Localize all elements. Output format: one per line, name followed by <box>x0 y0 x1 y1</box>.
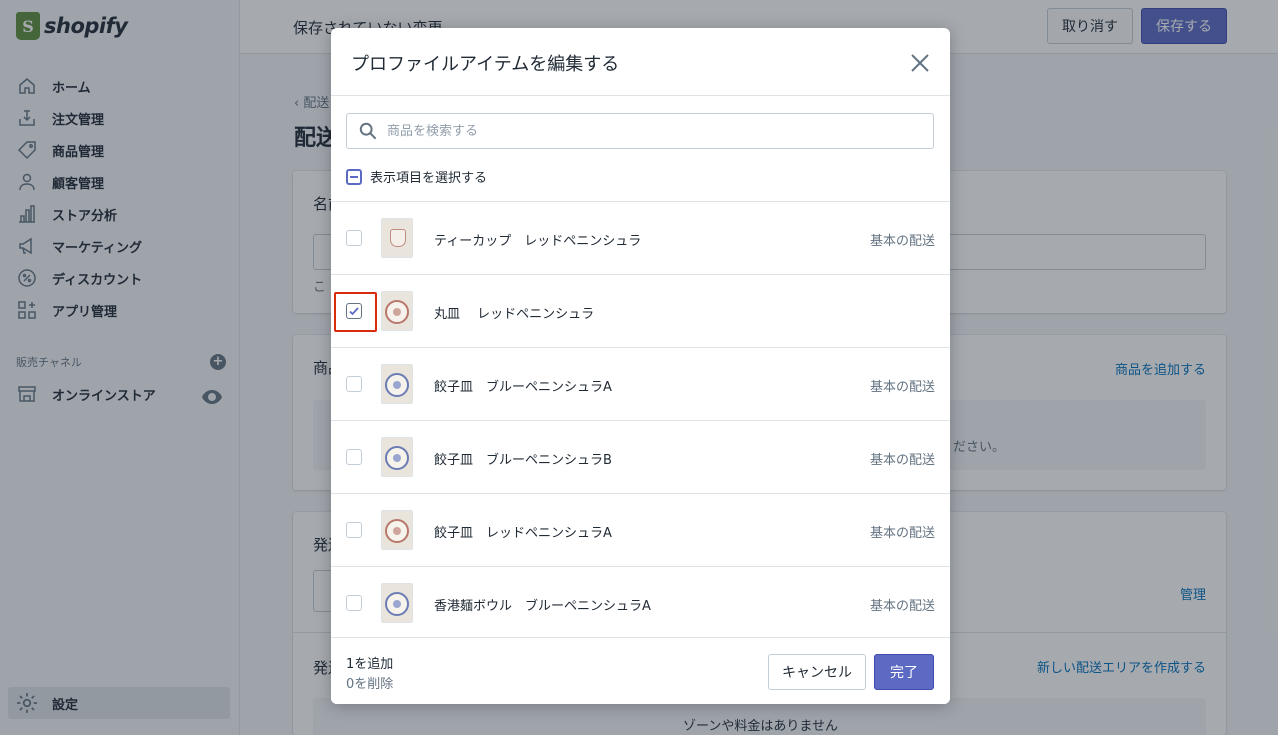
product-checkbox[interactable] <box>346 522 362 538</box>
list-item[interactable]: 餃子皿 ブルーペニンシュラB 基本の配送 <box>331 421 950 494</box>
checkmark-icon <box>349 307 359 316</box>
list-item[interactable]: ティーカップ レッドペニンシュラ 基本の配送 <box>331 202 950 275</box>
cancel-button[interactable]: キャンセル <box>768 654 866 690</box>
search-icon <box>359 122 377 140</box>
product-profile: 基本の配送 <box>869 599 935 614</box>
product-profile: 基本の配送 <box>869 380 935 395</box>
product-search-field[interactable] <box>346 113 934 149</box>
select-all-checkbox-row[interactable]: 表示項目を選択する <box>346 167 487 186</box>
product-thumbnail <box>381 291 413 331</box>
product-name: 丸皿 レッドペニンシュラ <box>434 307 595 322</box>
product-name: 餃子皿 レッドペニンシュラA <box>434 526 612 541</box>
product-thumbnail <box>381 364 413 404</box>
indeterminate-checkbox[interactable] <box>346 168 362 185</box>
product-profile: 基本の配送 <box>869 453 935 468</box>
product-checkbox-checked[interactable] <box>346 303 362 319</box>
close-icon[interactable] <box>909 52 931 74</box>
modal-footer: 1を追加 0を削除 キャンセル 完了 <box>331 637 950 704</box>
list-item[interactable]: 丸皿 レッドペニンシュラ <box>331 275 950 348</box>
product-name: 香港麺ボウル ブルーペニンシュラA <box>434 599 651 614</box>
product-checkbox[interactable] <box>346 449 362 465</box>
list-item[interactable]: 香港麺ボウル ブルーペニンシュラA 基本の配送 <box>331 567 950 637</box>
select-all-label: 表示項目を選択する <box>370 171 488 186</box>
product-checkbox[interactable] <box>346 595 362 611</box>
removed-count: 0を削除 <box>346 677 394 692</box>
done-button[interactable]: 完了 <box>874 654 934 690</box>
product-thumbnail <box>381 583 413 623</box>
product-name: ティーカップ レッドペニンシュラ <box>434 234 642 249</box>
product-checkbox[interactable] <box>346 230 362 246</box>
modal-title: プロファイルアイテムを編集する <box>351 54 620 75</box>
product-thumbnail <box>381 437 413 477</box>
product-thumbnail <box>381 510 413 550</box>
product-name: 餃子皿 ブルーペニンシュラB <box>434 453 612 468</box>
modal-header: プロファイルアイテムを編集する <box>331 28 950 96</box>
product-name: 餃子皿 ブルーペニンシュラA <box>434 380 612 395</box>
product-checkbox[interactable] <box>346 376 362 392</box>
search-input[interactable] <box>387 123 907 139</box>
product-thumbnail <box>381 218 413 258</box>
edit-profile-items-modal: プロファイルアイテムを編集する 表示項目を選択する ティーカップ レッドペニンシ… <box>331 28 950 704</box>
added-count: 1を追加 <box>346 657 394 672</box>
list-item[interactable]: 餃子皿 ブルーペニンシュラA 基本の配送 <box>331 348 950 421</box>
product-profile: 基本の配送 <box>869 526 935 541</box>
product-list: ティーカップ レッドペニンシュラ 基本の配送 丸皿 レッドペニンシュラ 餃子皿 … <box>331 201 950 637</box>
product-profile: 基本の配送 <box>869 234 935 249</box>
list-item[interactable]: 餃子皿 レッドペニンシュラA 基本の配送 <box>331 494 950 567</box>
